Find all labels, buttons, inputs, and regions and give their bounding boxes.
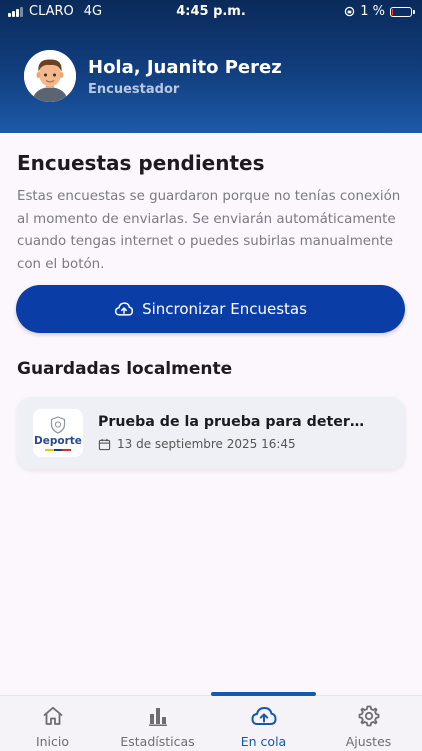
page-title: Encuestas pendientes [17,151,265,175]
battery-percent: 1 % [360,4,385,19]
section-title: Guardadas localmente [17,359,233,379]
nav-label-estadisticas: Estadísticas [120,734,195,749]
header: CLARO 4G 4:45 p.m. 1 % Hola, Juanito Per… [0,0,422,133]
orientation-lock-icon [344,6,355,17]
nav-item-inicio[interactable]: Inicio [0,696,105,751]
sync-button-label: Sincronizar Encuestas [142,300,307,318]
gear-icon [358,705,379,727]
nav-item-ajustes[interactable]: Ajustes [316,696,421,751]
avatar[interactable] [24,50,76,102]
page-description: Estas encuestas se guardaron porque no t… [17,189,401,272]
user-greeting: Hola, Juanito Perez [88,57,282,78]
battery-icon [390,6,415,17]
logo-text: Deporte [34,434,82,447]
survey-date: 13 de septiembre 2025 16:45 [117,437,296,451]
cloud-upload-icon [115,302,134,316]
nav-label-ajustes: Ajustes [345,734,392,749]
nav-item-estadisticas[interactable]: Estadísticas [105,696,210,751]
deporte-logo: Deporte [33,409,83,457]
shield-emblem-icon [50,415,66,434]
cloud-upload-icon [251,707,276,725]
nav-item-en-cola[interactable]: En cola [211,696,316,751]
flag-stripe [45,448,72,451]
home-icon [43,706,62,725]
calendar-icon [98,438,111,450]
nav-label-en-cola: En cola [240,734,287,749]
sync-surveys-button[interactable]: Sincronizar Encuestas [16,285,405,333]
status-bar: CLARO 4G 4:45 p.m. 1 % [0,0,422,24]
nav-label-inicio: Inicio [35,734,70,749]
survey-title: Prueba de la prueba para deter… [98,414,365,430]
user-role: Encuestador [88,82,180,97]
bottom-nav: Inicio Estadísticas En cola Ajustes [0,695,422,751]
active-tab-indicator [211,692,316,696]
saved-survey-card[interactable]: Deporte Prueba de la prueba para deter… … [17,397,405,469]
bar-chart-icon [148,708,167,726]
